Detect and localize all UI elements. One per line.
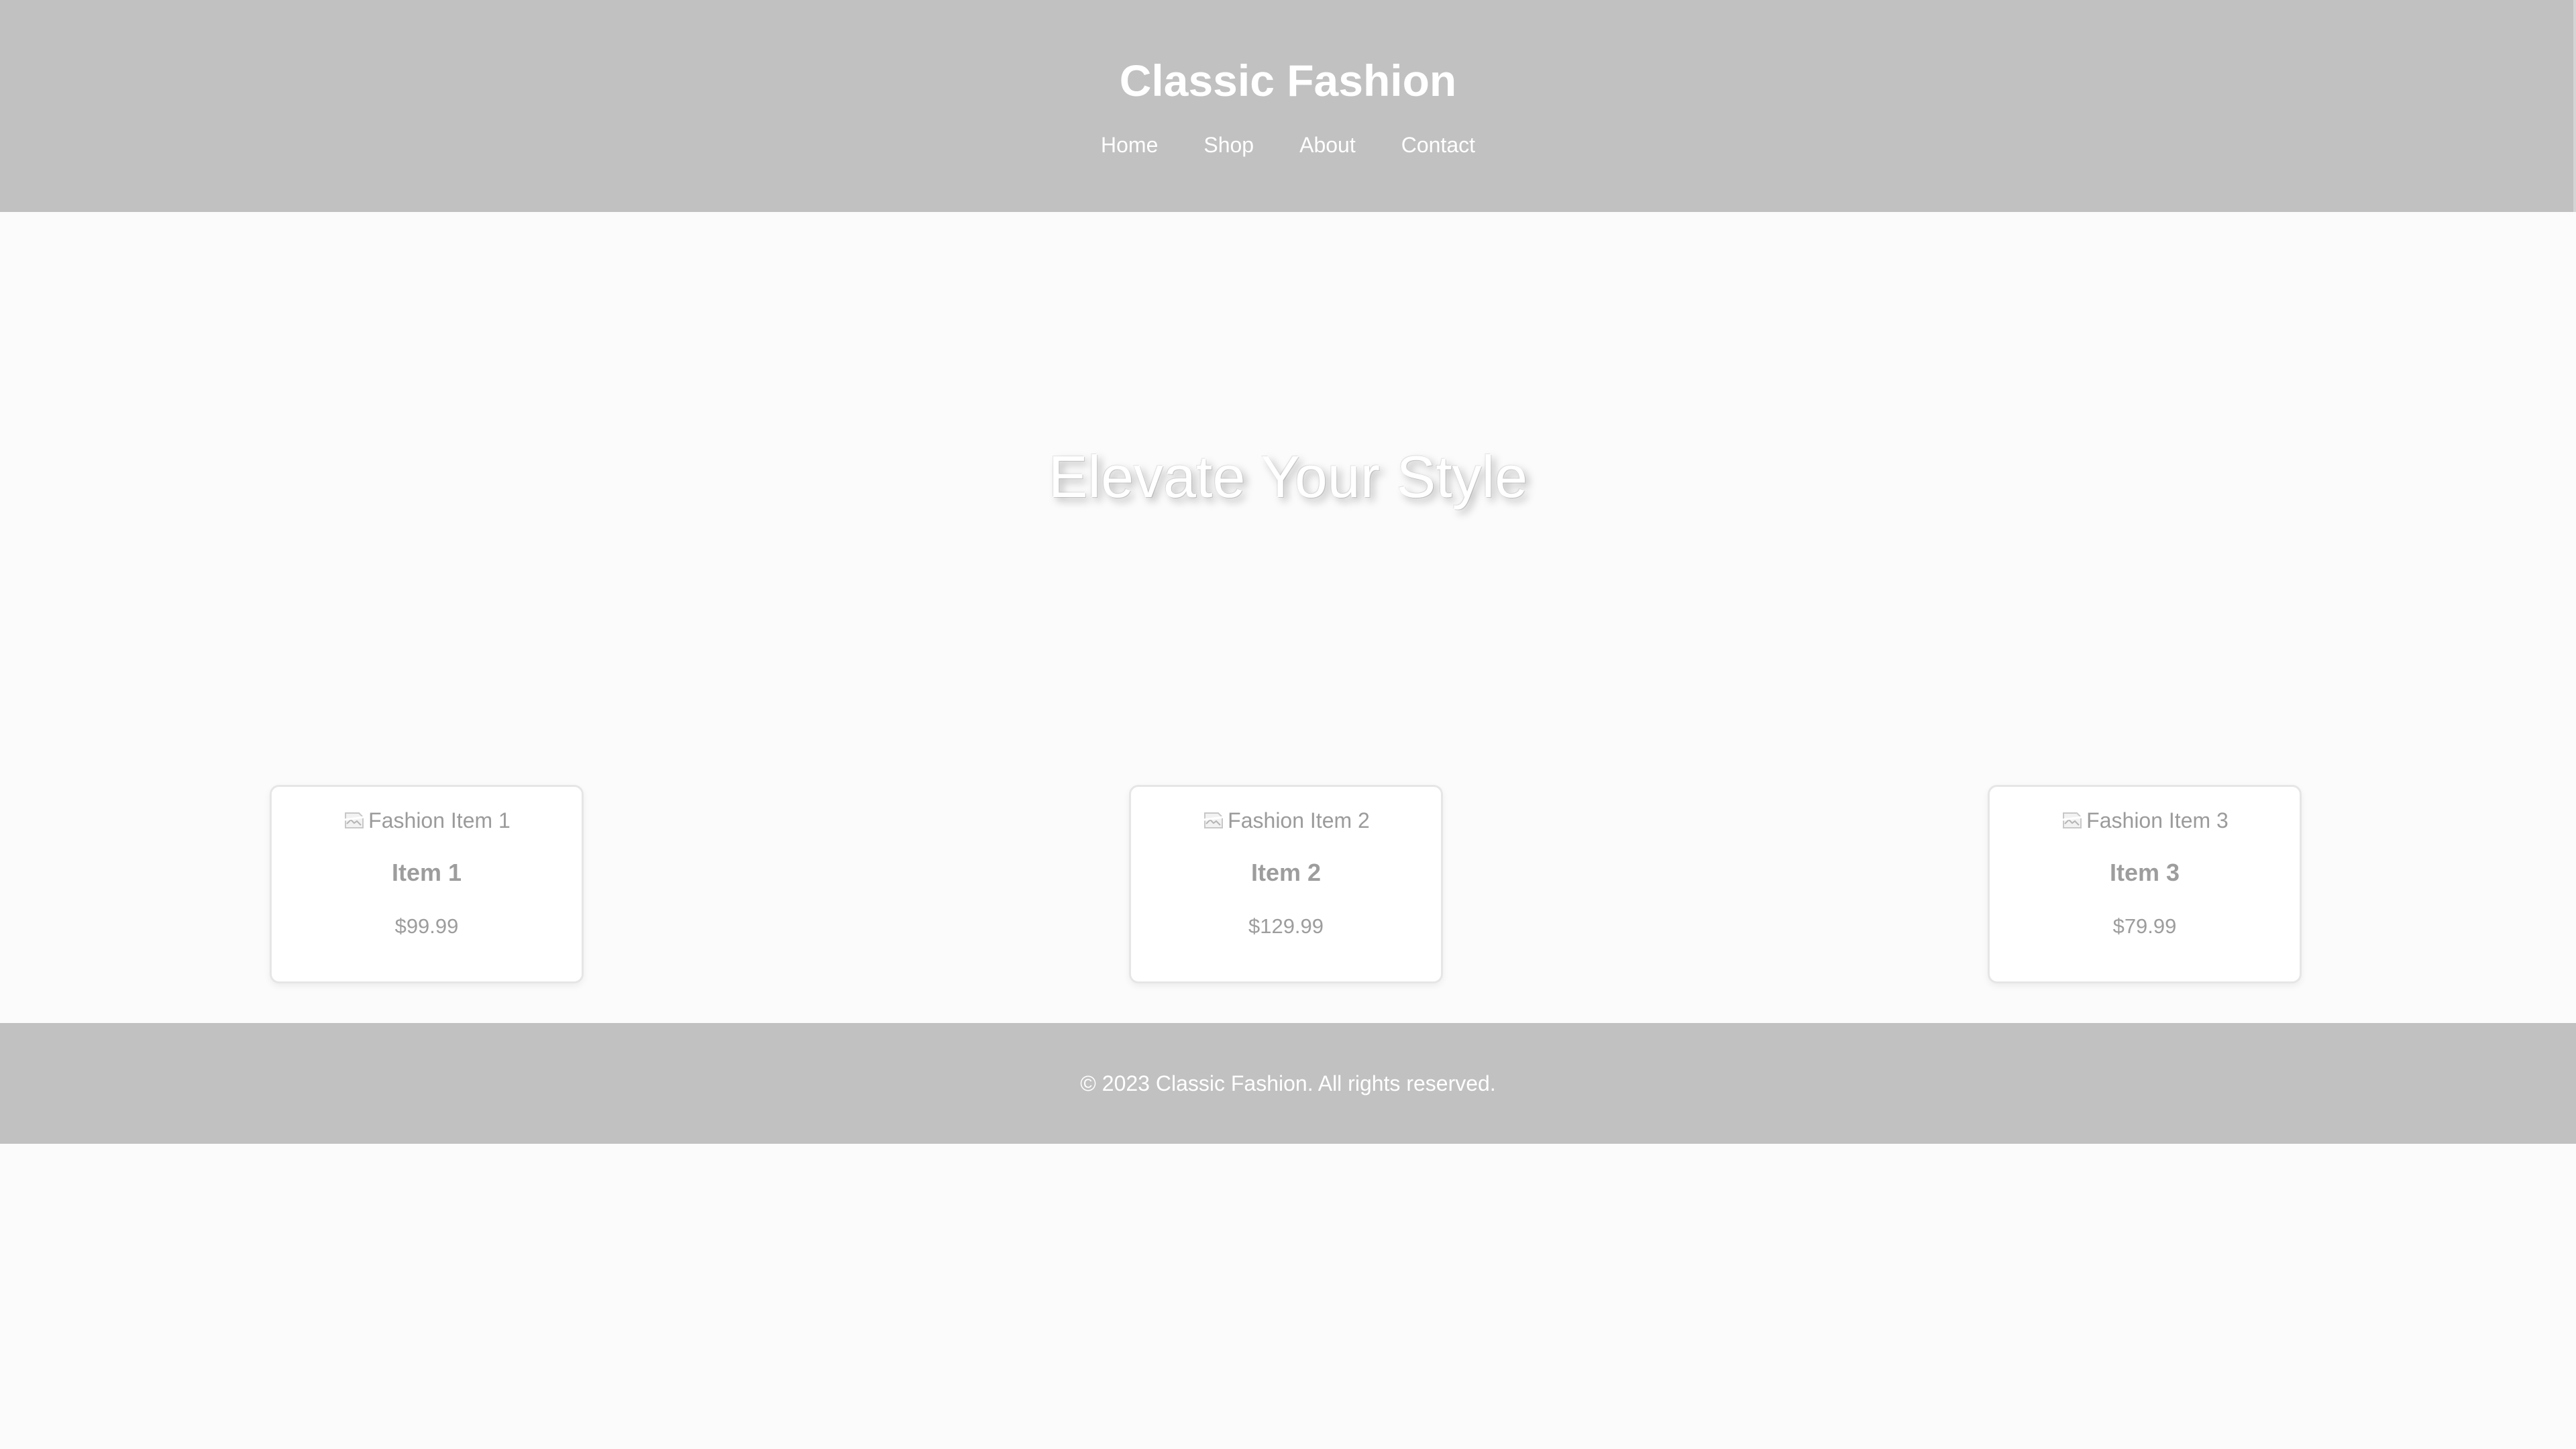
nav-link-contact[interactable]: Contact	[1401, 131, 1475, 158]
product-price: $99.99	[394, 914, 459, 938]
site-title: Classic Fashion	[1119, 56, 1457, 105]
scrollbar-edge	[2573, 0, 2576, 212]
copyright-text: © 2023 Classic Fashion. All rights reser…	[1080, 1071, 1496, 1095]
broken-image-icon	[343, 809, 366, 832]
product-card[interactable]: Fashion Item 1 Item 1 $99.99	[270, 785, 584, 983]
product-card[interactable]: Fashion Item 3 Item 3 $79.99	[1988, 785, 2302, 983]
product-image-alt: Fashion Item 1	[368, 808, 511, 833]
main-nav: Home Shop About Contact	[0, 131, 2576, 158]
product-image-alt: Fashion Item 3	[2086, 808, 2229, 833]
product-image: Fashion Item 1	[272, 807, 582, 834]
product-image: Fashion Item 3	[1990, 807, 2300, 834]
product-price: $79.99	[2112, 914, 2177, 938]
nav-link-about[interactable]: About	[1299, 131, 1356, 158]
product-price: $129.99	[1248, 914, 1324, 938]
product-image-alt: Fashion Item 2	[1228, 808, 1370, 833]
hero-title: Elevate Your Style	[1048, 443, 1528, 510]
product-name: Item 3	[2109, 859, 2180, 886]
site-header: Classic Fashion Home Shop About Contact	[0, 0, 2576, 212]
nav-link-shop[interactable]: Shop	[1203, 131, 1254, 158]
broken-image-icon	[1202, 809, 1225, 832]
hero-section: Elevate Your Style	[0, 212, 2576, 749]
broken-image-icon	[2061, 809, 2084, 832]
product-name: Item 2	[1250, 859, 1322, 886]
nav-link-home[interactable]: Home	[1101, 131, 1158, 158]
site-footer: © 2023 Classic Fashion. All rights reser…	[0, 1023, 2576, 1144]
product-name: Item 1	[391, 859, 462, 886]
product-image: Fashion Item 2	[1131, 807, 1441, 834]
product-card[interactable]: Fashion Item 2 Item 2 $129.99	[1129, 785, 1443, 983]
